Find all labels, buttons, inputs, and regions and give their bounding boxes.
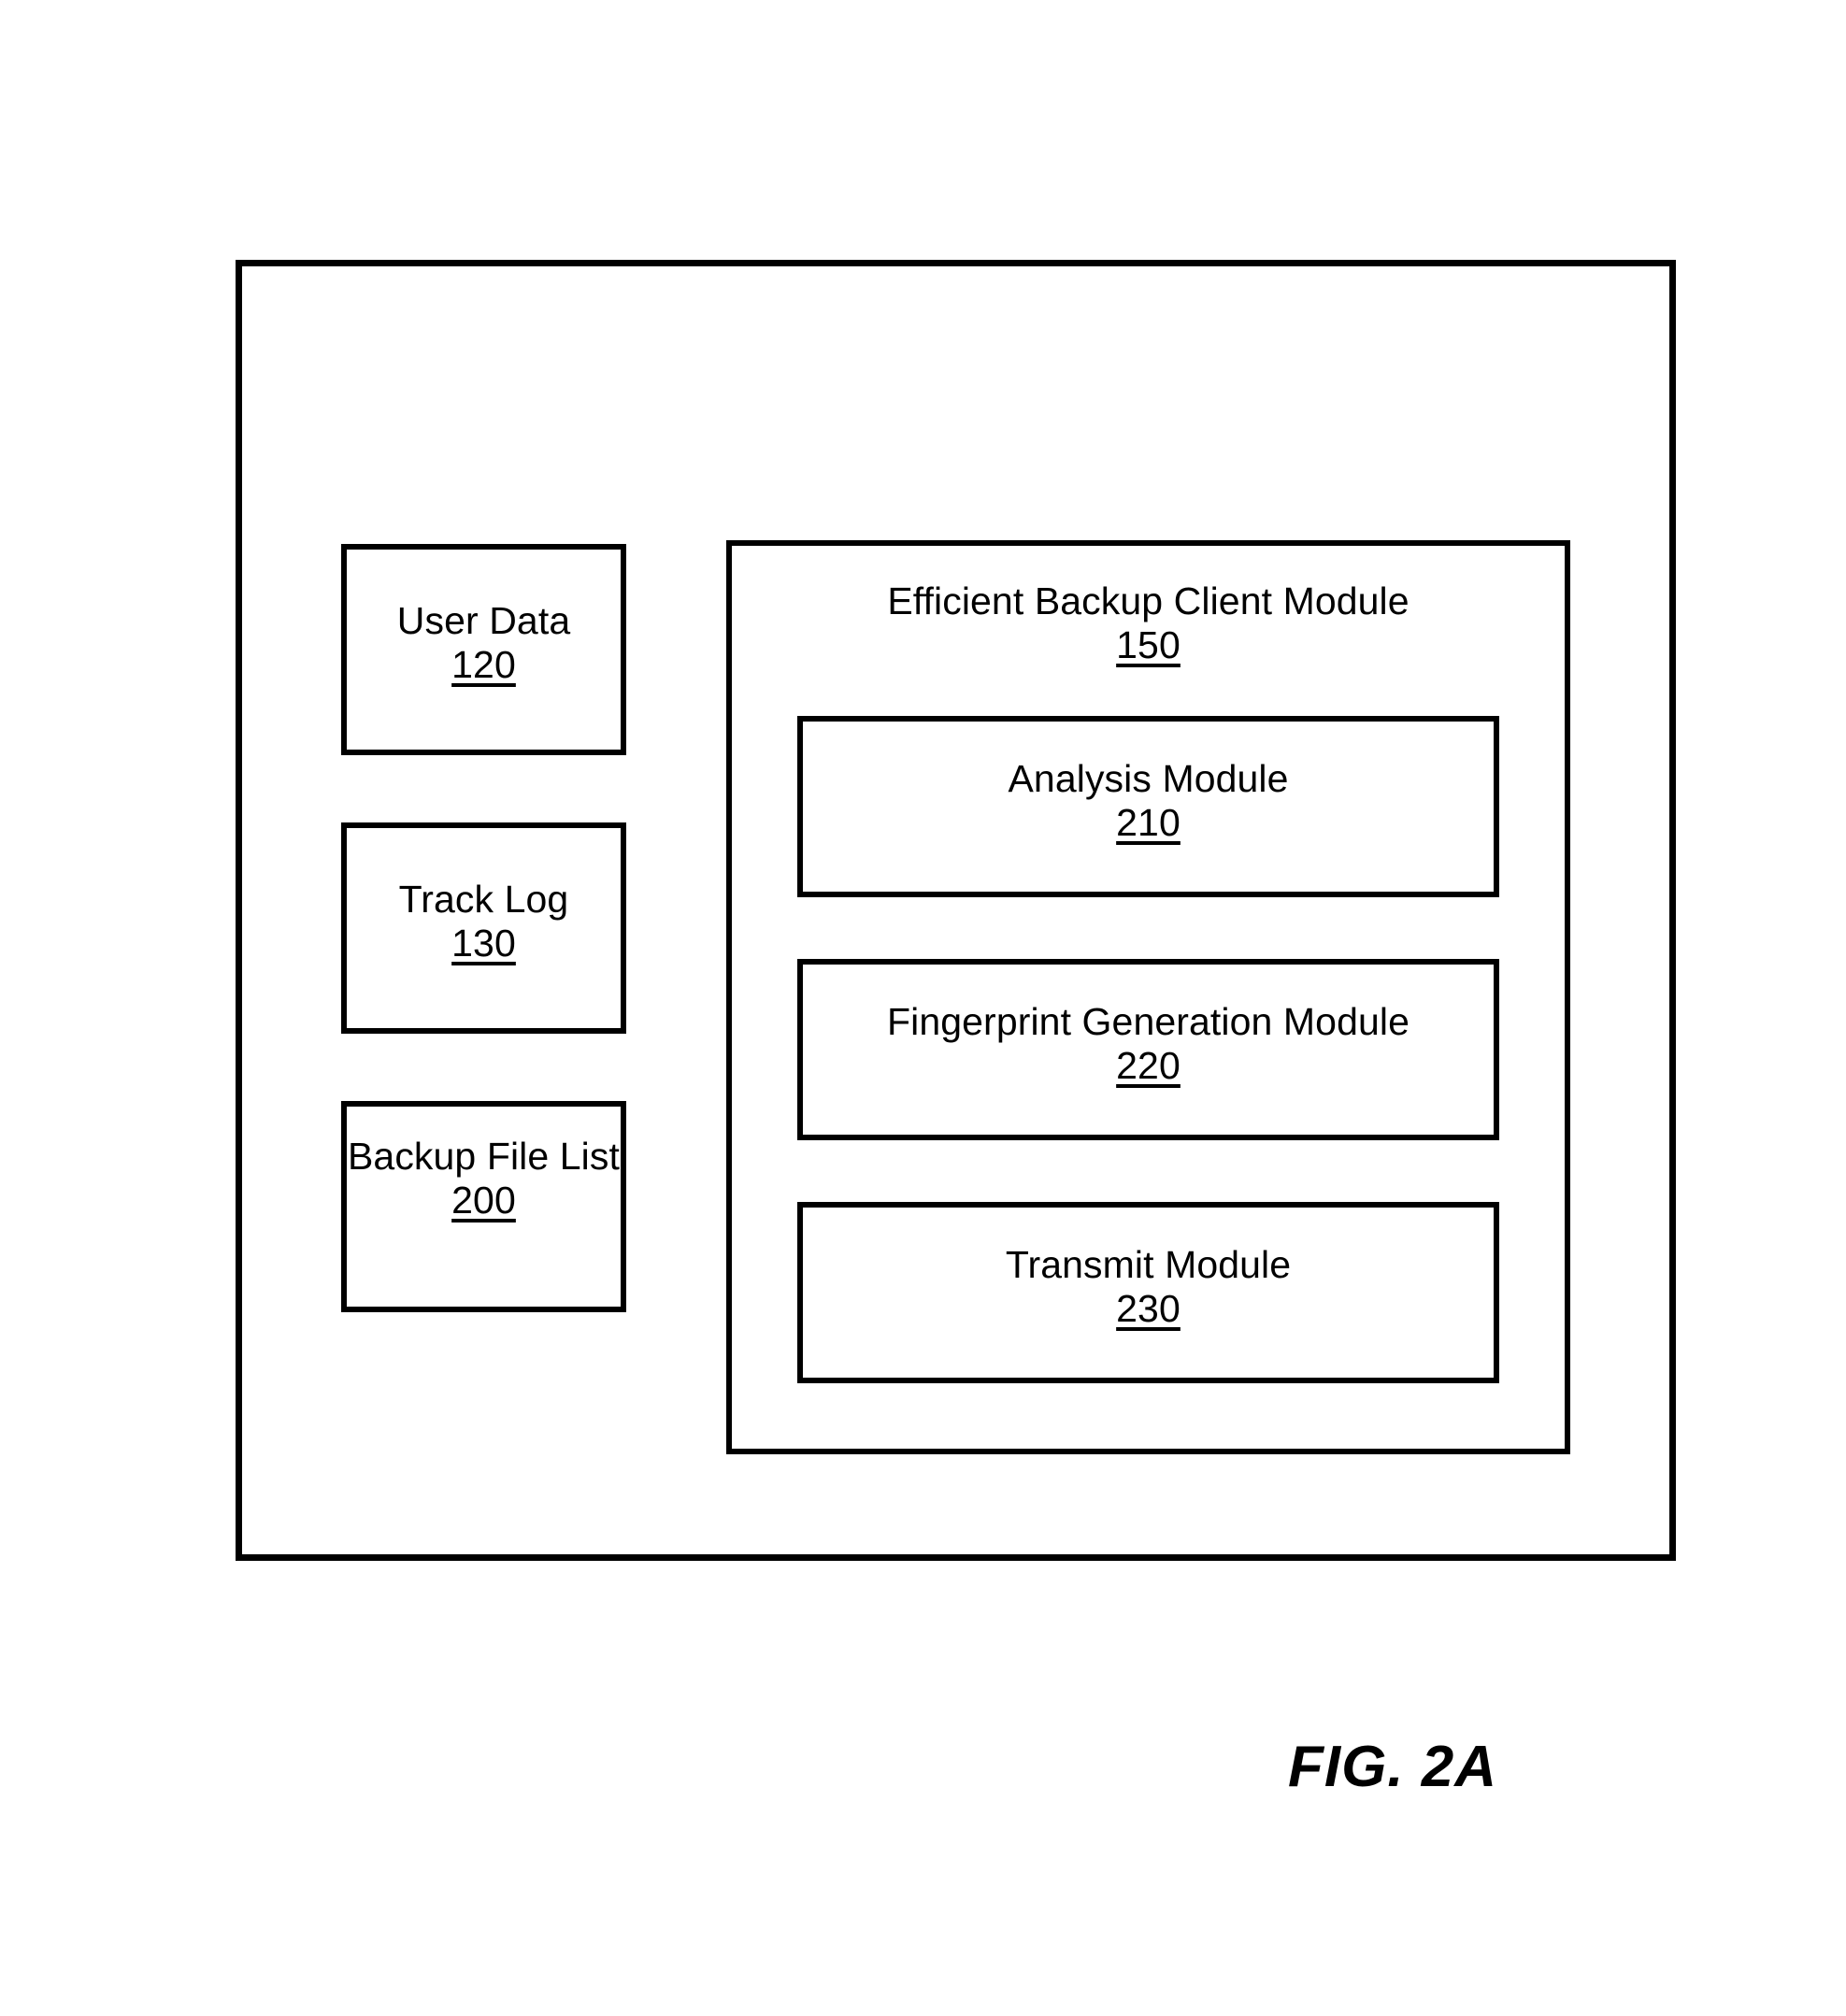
backup-file-list-ref: 200 xyxy=(451,1178,516,1222)
efficient-backup-client-module-ref: 150 xyxy=(1116,622,1181,666)
track-log-label: Track Log 130 xyxy=(341,878,626,965)
track-log-box: Track Log 130 xyxy=(341,822,626,1034)
fingerprint-generation-module-ref: 220 xyxy=(1116,1043,1181,1087)
transmit-module-title: Transmit Module xyxy=(1005,1243,1292,1286)
user-data-title: User Data xyxy=(396,599,571,642)
figure-2a-diagram: Client System 110 User Data 120 Track Lo… xyxy=(0,0,1846,2016)
track-log-title: Track Log xyxy=(398,878,569,921)
fingerprint-generation-module-box: Fingerprint Generation Module 220 xyxy=(797,959,1499,1140)
backup-file-list-box: Backup File List 200 xyxy=(341,1101,626,1312)
analysis-module-ref: 210 xyxy=(1116,800,1181,844)
transmit-module-ref: 230 xyxy=(1116,1286,1181,1330)
fingerprint-generation-module-title: Fingerprint Generation Module xyxy=(887,1000,1410,1043)
user-data-label: User Data 120 xyxy=(341,599,626,686)
analysis-module-label: Analysis Module 210 xyxy=(797,757,1499,844)
track-log-ref: 130 xyxy=(451,921,516,965)
user-data-box: User Data 120 xyxy=(341,544,626,755)
analysis-module-title: Analysis Module xyxy=(1008,757,1289,800)
efficient-backup-client-module-heading: Efficient Backup Client Module 150 xyxy=(726,579,1570,666)
transmit-module-label: Transmit Module 230 xyxy=(797,1243,1499,1330)
fingerprint-generation-module-label: Fingerprint Generation Module 220 xyxy=(797,1000,1499,1087)
analysis-module-box: Analysis Module 210 xyxy=(797,716,1499,897)
backup-file-list-label: Backup File List 200 xyxy=(341,1135,626,1222)
efficient-backup-client-module-title: Efficient Backup Client Module xyxy=(887,579,1410,622)
backup-file-list-title: Backup File List xyxy=(347,1135,620,1178)
user-data-ref: 120 xyxy=(451,642,516,686)
transmit-module-box: Transmit Module 230 xyxy=(797,1202,1499,1383)
figure-caption: FIG. 2A xyxy=(1287,1735,1498,1799)
